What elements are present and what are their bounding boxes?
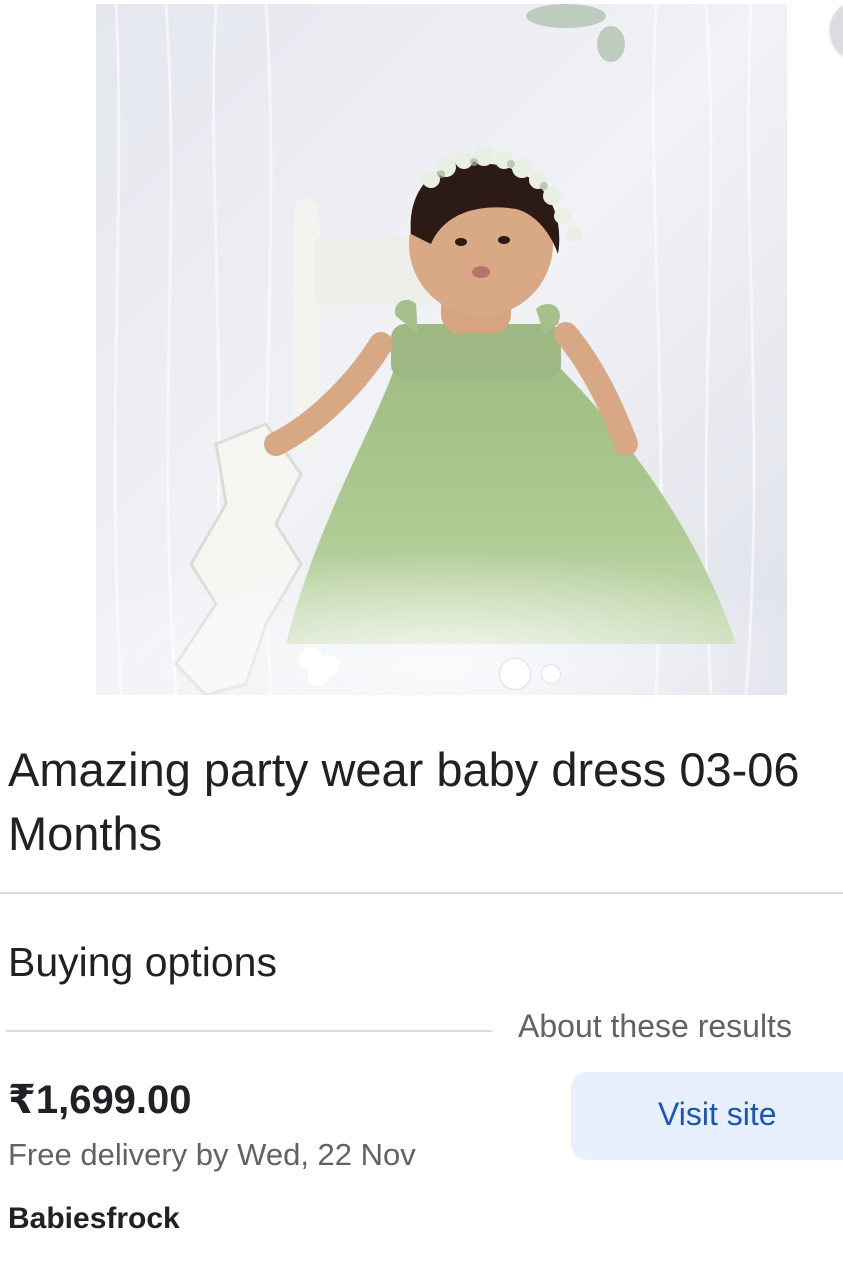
carousel-next-button[interactable] <box>830 0 843 60</box>
product-page: Amazing party wear baby dress 03-06 Mont… <box>0 0 843 1280</box>
about-these-results-link[interactable]: About these results <box>518 1004 792 1048</box>
delivery-info: Free delivery by Wed, 22 Nov <box>8 1137 416 1172</box>
buying-options-divider <box>6 1030 492 1032</box>
visit-site-label: Visit site <box>658 1096 777 1132</box>
buying-options-heading: Buying options <box>8 939 277 985</box>
product-image[interactable] <box>96 4 787 695</box>
section-divider <box>0 892 843 894</box>
offer-price: ₹1,699.00 <box>8 1078 192 1122</box>
product-title-line-1: Amazing party wear baby dress 03-06 <box>8 743 800 796</box>
seller-name[interactable]: Babiesfrock <box>8 1198 180 1240</box>
carousel-dot[interactable] <box>542 665 560 683</box>
product-title: Amazing party wear baby dress 03-06 Mont… <box>8 738 843 866</box>
visit-site-button[interactable]: Visit site <box>571 1072 843 1160</box>
product-title-line-2: Months <box>8 807 163 860</box>
product-image-carousel[interactable] <box>96 4 787 695</box>
carousel-dot-active[interactable] <box>500 659 530 689</box>
carousel-pagination <box>500 659 560 689</box>
